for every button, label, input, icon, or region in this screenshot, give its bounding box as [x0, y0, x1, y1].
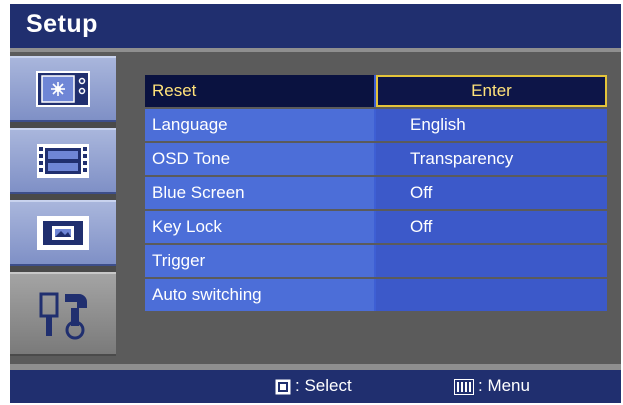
film-strip-icon: [37, 144, 89, 178]
row-label: Language: [145, 109, 374, 141]
menu-hint-label: : Menu: [478, 376, 530, 395]
sidebar-item-layout[interactable]: [10, 128, 116, 194]
screen-image-icon: [37, 216, 89, 250]
menu-row-language[interactable]: Language English: [145, 109, 607, 141]
blue-screen-value[interactable]: Off: [376, 177, 607, 209]
osd-tone-value[interactable]: Transparency: [376, 143, 607, 175]
sidebar-item-display[interactable]: [10, 200, 116, 266]
trigger-value[interactable]: [376, 245, 607, 277]
menu-hint: : Menu: [454, 376, 530, 396]
row-label: Auto switching: [145, 279, 374, 311]
square-button-icon: [275, 379, 291, 395]
row-label: Trigger: [145, 245, 374, 277]
sidebar-item-picture[interactable]: [10, 56, 116, 122]
menu-row-key-lock[interactable]: Key Lock Off: [145, 211, 607, 243]
settings-menu: Reset Enter Language English OSD Tone Tr…: [145, 75, 607, 313]
monitor-brightness-icon: [36, 71, 90, 107]
settings-panel: Reset Enter Language English OSD Tone Tr…: [116, 52, 621, 364]
select-hint: : Select: [275, 376, 352, 396]
row-label: Blue Screen: [145, 177, 374, 209]
title-bar: Setup: [10, 4, 621, 48]
row-label: OSD Tone: [145, 143, 374, 175]
select-hint-label: : Select: [295, 376, 352, 395]
menu-row-auto-switching[interactable]: Auto switching: [145, 279, 607, 311]
tools-icon: [39, 292, 87, 340]
menu-row-trigger[interactable]: Trigger: [145, 245, 607, 277]
row-label: Key Lock: [145, 211, 374, 243]
sidebar-item-setup[interactable]: [10, 272, 116, 356]
menu-row-osd-tone[interactable]: OSD Tone Transparency: [145, 143, 607, 175]
sidebar: [10, 52, 130, 364]
menu-row-reset[interactable]: Reset Enter: [145, 75, 607, 107]
page-title: Setup: [26, 10, 98, 38]
language-value[interactable]: English: [376, 109, 607, 141]
footer-bar: : Select : Menu: [10, 370, 621, 403]
osd-screen: Setup Reset Enter Language English OSD T…: [10, 4, 621, 403]
row-label: Reset: [145, 75, 374, 107]
auto-switching-value[interactable]: [376, 279, 607, 311]
menu-row-blue-screen[interactable]: Blue Screen Off: [145, 177, 607, 209]
enter-button[interactable]: Enter: [376, 75, 607, 107]
menu-button-icon: [454, 378, 474, 395]
key-lock-value[interactable]: Off: [376, 211, 607, 243]
